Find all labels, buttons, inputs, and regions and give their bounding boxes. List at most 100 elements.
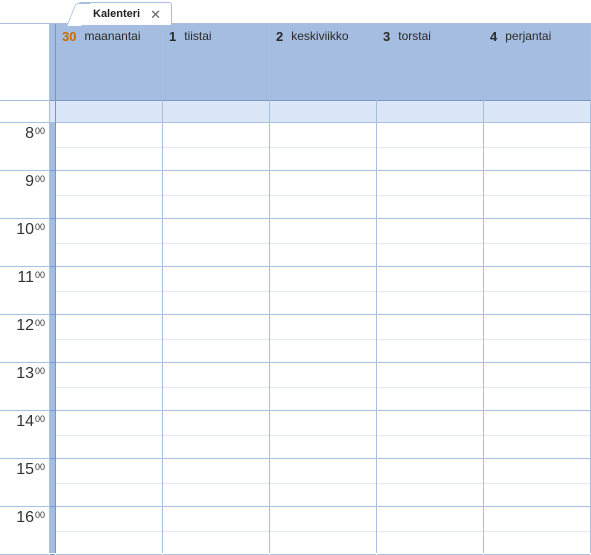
day-column-mon: 30 maanantai — [56, 24, 163, 553]
time-label: 1600 — [0, 507, 49, 555]
hour-cell[interactable] — [484, 363, 590, 411]
hour-cell[interactable] — [163, 123, 269, 171]
hour-cell[interactable] — [163, 219, 269, 267]
hour-cell[interactable] — [270, 315, 376, 363]
day-header[interactable]: 2 keskiviikko — [270, 24, 376, 101]
tab-strip: Kalenteri ✕ — [0, 0, 591, 24]
hour-cell[interactable] — [270, 459, 376, 507]
day-number: 2 — [276, 29, 283, 44]
hour-cell[interactable] — [270, 171, 376, 219]
day-name: torstai — [398, 29, 431, 43]
hour-cell[interactable] — [56, 411, 162, 459]
hour-value: 11 — [17, 269, 34, 286]
hour-cell[interactable] — [484, 171, 590, 219]
hour-value: 10 — [16, 221, 34, 238]
gutter-hour — [50, 363, 55, 411]
hour-cell[interactable] — [270, 123, 376, 171]
allday-cell[interactable] — [377, 101, 483, 123]
day-header[interactable]: 4 perjantai — [484, 24, 590, 101]
minute-value: 00 — [35, 366, 45, 376]
day-number: 30 — [62, 29, 76, 44]
day-name: keskiviikko — [291, 29, 348, 43]
hour-cell[interactable] — [270, 411, 376, 459]
time-label: 1000 — [0, 219, 49, 267]
hour-cell[interactable] — [270, 267, 376, 315]
day-number: 4 — [490, 29, 497, 44]
hour-cell[interactable] — [56, 363, 162, 411]
gutter-hour — [50, 507, 55, 555]
hour-cell[interactable] — [163, 267, 269, 315]
gutter-allday — [50, 101, 55, 123]
hour-cell[interactable] — [484, 267, 590, 315]
hour-cell[interactable] — [484, 459, 590, 507]
time-allday-spacer — [0, 101, 49, 123]
hour-cell[interactable] — [377, 171, 483, 219]
hour-value: 9 — [25, 173, 34, 190]
hour-cell[interactable] — [377, 219, 483, 267]
hour-cell[interactable] — [270, 219, 376, 267]
minute-value: 00 — [35, 270, 45, 280]
gutter-hour — [50, 219, 55, 267]
time-header-spacer — [0, 24, 49, 101]
day-header[interactable]: 3 torstai — [377, 24, 483, 101]
close-icon[interactable]: ✕ — [148, 8, 163, 21]
hour-cell[interactable] — [56, 219, 162, 267]
hour-cell[interactable] — [377, 411, 483, 459]
time-column: 800 900 1000 1100 1200 1300 1400 1500 16… — [0, 24, 50, 553]
time-label: 1200 — [0, 315, 49, 363]
day-number: 3 — [383, 29, 390, 44]
time-label: 1400 — [0, 411, 49, 459]
day-column-tue: 1 tiistai — [163, 24, 270, 553]
day-name: maanantai — [84, 29, 140, 43]
hour-cell[interactable] — [56, 459, 162, 507]
hour-cell[interactable] — [377, 123, 483, 171]
day-header[interactable]: 1 tiistai — [163, 24, 269, 101]
minute-value: 00 — [35, 462, 45, 472]
hour-cell[interactable] — [377, 507, 483, 555]
hour-cell[interactable] — [377, 267, 483, 315]
gutter-hour — [50, 459, 55, 507]
hour-value: 16 — [16, 509, 34, 526]
hour-cell[interactable] — [270, 507, 376, 555]
hour-cell[interactable] — [163, 315, 269, 363]
gutter-header — [50, 24, 55, 101]
hour-cell[interactable] — [56, 171, 162, 219]
hour-cell[interactable] — [56, 315, 162, 363]
hour-cell[interactable] — [377, 363, 483, 411]
hour-cell[interactable] — [377, 459, 483, 507]
time-label: 900 — [0, 171, 49, 219]
allday-cell[interactable] — [270, 101, 376, 123]
hour-cell[interactable] — [484, 411, 590, 459]
hour-cell[interactable] — [163, 363, 269, 411]
hour-value: 15 — [16, 461, 34, 478]
hour-cell[interactable] — [163, 411, 269, 459]
hour-cell[interactable] — [163, 507, 269, 555]
hour-cell[interactable] — [56, 507, 162, 555]
tab-calendar[interactable]: Kalenteri ✕ — [78, 2, 172, 25]
hour-cell[interactable] — [484, 219, 590, 267]
hour-cell[interactable] — [484, 507, 590, 555]
hour-cell[interactable] — [163, 171, 269, 219]
time-label: 1500 — [0, 459, 49, 507]
allday-cell[interactable] — [56, 101, 162, 123]
minute-value: 00 — [35, 510, 45, 520]
gutter-hour — [50, 267, 55, 315]
time-label: 1100 — [0, 267, 49, 315]
minute-value: 00 — [35, 222, 45, 232]
minute-value: 00 — [35, 174, 45, 184]
hour-cell[interactable] — [56, 267, 162, 315]
day-header[interactable]: 30 maanantai — [56, 24, 162, 101]
hour-cell[interactable] — [270, 363, 376, 411]
hour-cell[interactable] — [163, 459, 269, 507]
allday-cell[interactable] — [484, 101, 590, 123]
day-number: 1 — [169, 29, 176, 44]
hour-cell[interactable] — [484, 123, 590, 171]
hour-cell[interactable] — [484, 315, 590, 363]
hour-value: 12 — [16, 317, 34, 334]
day-name: perjantai — [505, 29, 551, 43]
hour-cell[interactable] — [377, 315, 483, 363]
allday-cell[interactable] — [163, 101, 269, 123]
day-name: tiistai — [184, 29, 211, 43]
hour-cell[interactable] — [56, 123, 162, 171]
hour-value: 8 — [25, 125, 34, 142]
